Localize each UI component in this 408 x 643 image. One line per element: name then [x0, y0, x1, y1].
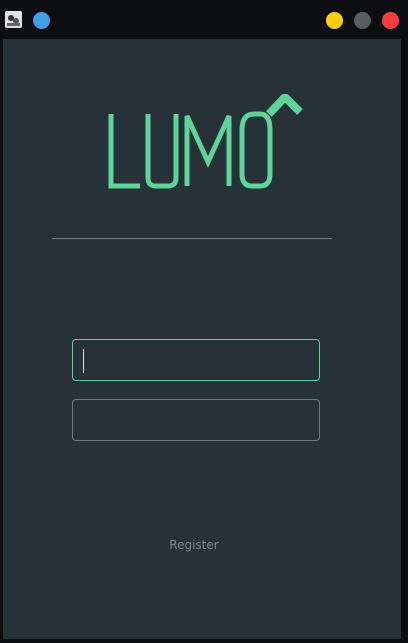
login-window: Register [3, 39, 401, 639]
logo-divider [52, 238, 332, 239]
lumo-logo [108, 94, 303, 189]
window-bottom-edge [0, 639, 408, 643]
blue-dot-icon [33, 12, 50, 29]
maximize-button[interactable] [354, 12, 371, 29]
minimize-button[interactable] [326, 12, 343, 29]
register-link[interactable]: Register [3, 538, 385, 552]
password-input[interactable] [72, 399, 320, 441]
close-button[interactable] [382, 12, 399, 29]
text-cursor [83, 349, 84, 373]
title-bar [0, 0, 408, 39]
app-icon[interactable] [5, 11, 22, 28]
username-input[interactable] [72, 339, 320, 381]
